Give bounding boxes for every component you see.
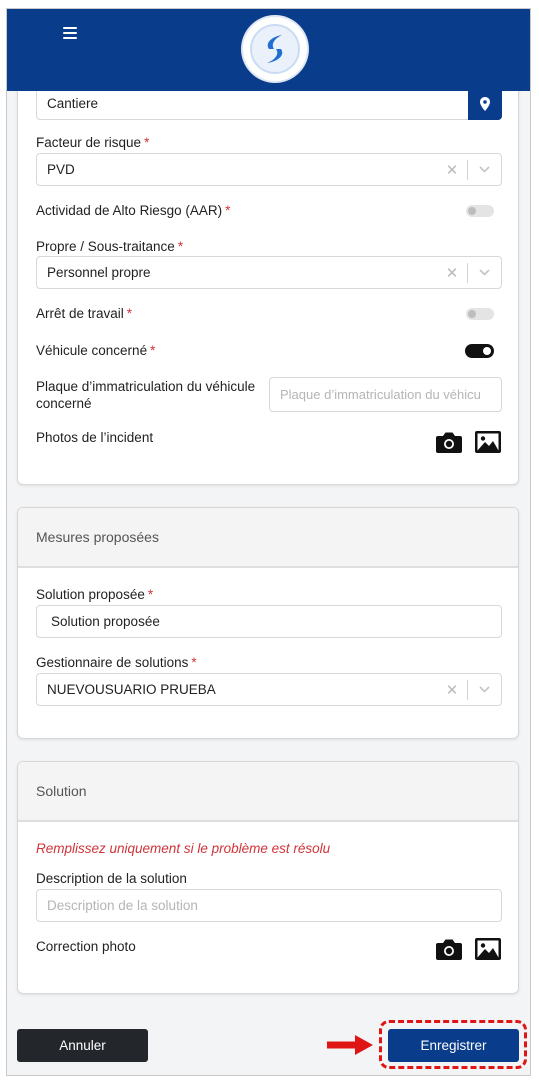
manager-value: NUEVOUSUARIO PRUEBA <box>47 682 216 697</box>
plate-placeholder: Plaque d’immatriculation du véhicu <box>280 387 481 402</box>
location-field[interactable]: Cantiere <box>36 87 502 120</box>
incident-photos-label: Photos de l’incident <box>36 430 154 445</box>
map-pin-icon <box>480 96 490 111</box>
ownership-select[interactable]: Personnel propre ✕ <box>36 256 502 289</box>
description-label: Description de la solution <box>36 871 187 886</box>
location-value: Cantiere <box>47 96 99 111</box>
manager-select[interactable]: NUEVOUSUARIO PRUEBA ✕ <box>36 673 502 706</box>
solution-input[interactable]: Solution proposée <box>36 605 502 638</box>
description-input[interactable]: Description de la solution <box>36 889 502 922</box>
chevron-down-icon[interactable] <box>468 166 501 173</box>
description-placeholder: Description de la solution <box>47 898 198 913</box>
image-icon <box>475 431 501 453</box>
required-asterisk: * <box>144 135 150 150</box>
solution-hint: Remplissez uniquement si le problème est… <box>36 841 331 856</box>
vehicle-label: Véhicule concerné * <box>36 343 156 358</box>
aar-toggle[interactable] <box>466 205 494 217</box>
aar-label: Actividad de Alto Riesgo (AAR) * <box>36 203 231 218</box>
ownership-label: Propre / Sous-traitance * <box>36 239 184 254</box>
chevron-down-icon[interactable] <box>468 686 501 693</box>
measures-header: Mesures proposées <box>18 508 518 568</box>
required-asterisk: * <box>150 343 156 358</box>
measures-title: Mesures proposées <box>36 529 159 545</box>
solution-section-title: Solution <box>36 783 87 799</box>
required-asterisk: * <box>147 587 154 602</box>
work-stop-label: Arrêt de travail * <box>36 306 133 321</box>
solution-value: Solution proposée <box>51 614 160 629</box>
logo-mark-icon <box>250 24 300 74</box>
clear-icon[interactable]: ✕ <box>437 161 467 179</box>
measures-card: Mesures proposées Solution proposée * Sol… <box>17 507 519 739</box>
camera-icon <box>436 432 462 453</box>
save-button[interactable]: Enregistrer <box>388 1029 519 1062</box>
work-stop-toggle[interactable] <box>466 308 494 320</box>
solution-card: Solution Remplissez uniquement si le pro… <box>17 761 519 994</box>
required-asterisk: * <box>225 203 231 218</box>
required-asterisk: * <box>177 239 184 254</box>
plate-input[interactable]: Plaque d’immatriculation du véhicu <box>269 377 502 412</box>
app-frame: Cantiere Facteur de risque * PVD ✕ Activi… <box>6 8 531 1076</box>
plate-label: Plaque d’immatriculation du véhicule con… <box>36 379 256 411</box>
risk-factor-value: PVD <box>47 162 75 177</box>
incident-card: Cantiere Facteur de risque * PVD ✕ Activi… <box>17 49 519 485</box>
gallery-button[interactable] <box>474 430 502 454</box>
ownership-value: Personnel propre <box>47 265 151 280</box>
cancel-button[interactable]: Annuler <box>17 1029 148 1062</box>
manager-label: Gestionnaire de solutions * <box>36 655 197 670</box>
pointer-arrow-icon <box>327 1035 373 1055</box>
vehicle-toggle[interactable] <box>465 344 494 358</box>
required-asterisk: * <box>191 655 197 670</box>
chevron-down-icon[interactable] <box>468 269 501 276</box>
image-icon <box>475 938 501 960</box>
required-asterisk: * <box>126 306 133 321</box>
solution-label: Solution proposée * <box>36 587 154 602</box>
risk-factor-label: Facteur de risque * <box>36 135 150 150</box>
clear-icon[interactable]: ✕ <box>437 264 467 282</box>
app-header <box>7 9 530 91</box>
map-pin-button[interactable] <box>468 87 502 120</box>
camera-button[interactable] <box>435 937 463 961</box>
camera-icon <box>436 939 462 960</box>
hamburger-menu-icon[interactable] <box>63 27 77 39</box>
app-logo <box>243 17 307 81</box>
gallery-button[interactable] <box>474 937 502 961</box>
risk-factor-select[interactable]: PVD ✕ <box>36 153 502 186</box>
clear-icon[interactable]: ✕ <box>437 681 467 699</box>
camera-button[interactable] <box>435 430 463 454</box>
solution-header: Solution <box>18 762 518 822</box>
correction-photo-label: Correction photo <box>36 939 136 954</box>
